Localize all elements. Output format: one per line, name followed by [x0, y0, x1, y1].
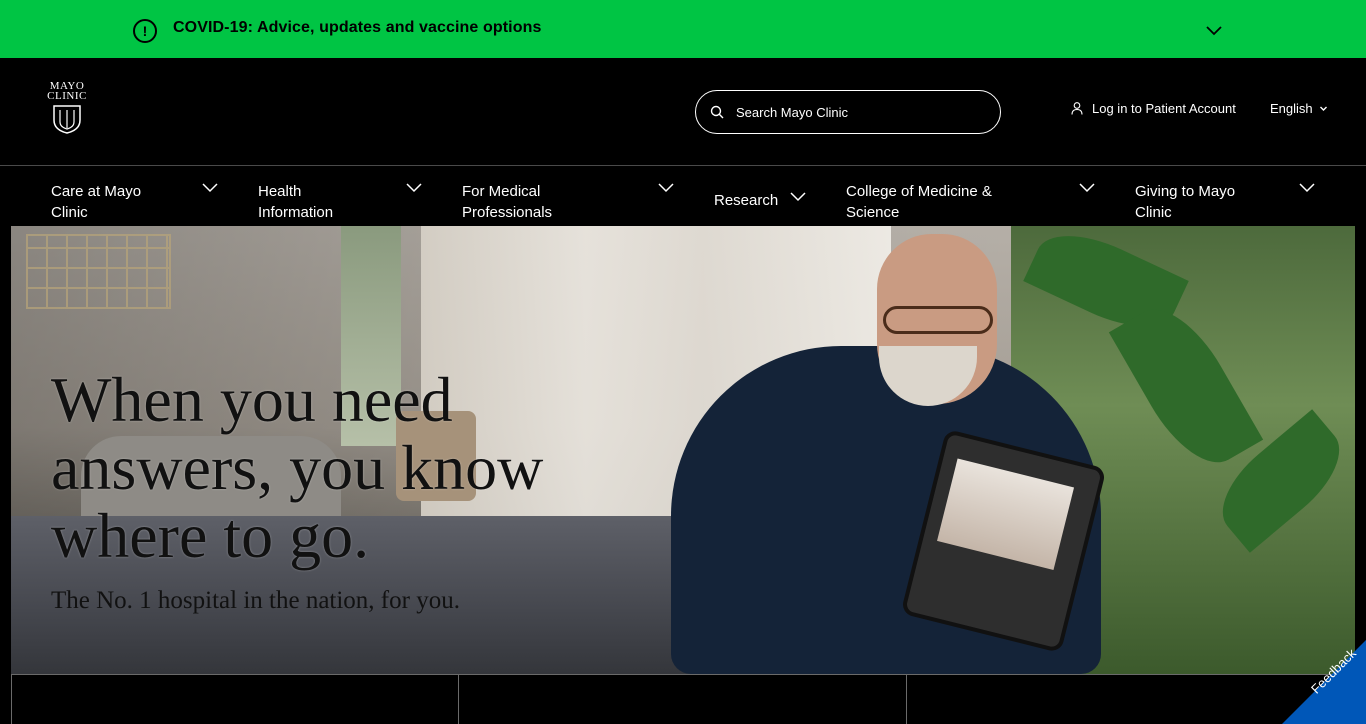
main-nav: Care at Mayo Clinic Health Information F… [0, 166, 1366, 226]
nav-label: For Medical Professionals [462, 183, 553, 221]
hero-headline: When you need answers, you know where to… [51, 364, 544, 571]
nav-item-giving[interactable]: Giving to Mayo Clinic [1135, 181, 1265, 223]
logo-line-2: CLINIC [47, 90, 87, 102]
patient-login-link[interactable]: Log in to Patient Account [1071, 101, 1236, 116]
covid-banner-text[interactable]: COVID-19: Advice, updates and vaccine op… [173, 19, 541, 37]
hero-banner: When you need answers, you know where to… [11, 226, 1355, 674]
feedback-tab[interactable]: Feedback [1282, 640, 1366, 724]
user-icon [1071, 102, 1083, 115]
hero-photo-glasses [883, 306, 993, 334]
hero-photo-wall-art [26, 234, 171, 309]
nav-label: Care at Mayo Clinic [51, 183, 142, 221]
search-input-wrapper[interactable] [695, 90, 1001, 134]
hero-photo-leaf [1108, 292, 1264, 480]
language-selector[interactable]: English [1270, 101, 1328, 116]
nav-label: Health Information [258, 183, 334, 221]
nav-label: Research [714, 192, 779, 209]
hero-photo-tablet-screen [937, 458, 1075, 570]
search-input[interactable] [736, 104, 976, 120]
covid-banner[interactable]: ! COVID-19: Advice, updates and vaccine … [0, 0, 1366, 58]
nav-item-care[interactable]: Care at Mayo Clinic [51, 181, 171, 223]
card[interactable] [458, 674, 906, 724]
nav-label: College of Medicine & Science [846, 183, 992, 221]
chevron-down-icon[interactable] [658, 183, 674, 193]
nav-item-research[interactable]: Research [714, 190, 794, 211]
chevron-down-icon[interactable] [790, 192, 806, 202]
nav-item-college[interactable]: College of Medicine & Science [846, 181, 1036, 223]
language-label: English [1270, 101, 1313, 116]
search-icon [710, 105, 724, 119]
nav-item-medical-professionals[interactable]: For Medical Professionals [462, 181, 592, 223]
site-header: MAYO CLINIC Log in to Patient Account En… [0, 58, 1366, 166]
mayo-clinic-logo[interactable]: MAYO CLINIC [40, 81, 94, 139]
login-label: Log in to Patient Account [1092, 101, 1236, 116]
chevron-down-icon[interactable] [1204, 20, 1224, 40]
nav-item-health-info[interactable]: Health Information [258, 181, 378, 223]
chevron-down-icon[interactable] [1079, 183, 1095, 193]
hero-subheadline: The No. 1 hospital in the nation, for yo… [51, 587, 460, 614]
chevron-down-icon[interactable] [406, 183, 422, 193]
card-row [0, 674, 1366, 724]
nav-label: Giving to Mayo Clinic [1135, 183, 1236, 221]
card[interactable] [11, 674, 459, 724]
chevron-down-icon [1319, 106, 1327, 111]
chevron-down-icon[interactable] [202, 183, 218, 193]
chevron-down-icon[interactable] [1299, 183, 1315, 193]
shield-logo-icon [53, 105, 81, 134]
hero-text: When you need answers, you know where to… [51, 366, 611, 616]
alert-circle-icon: ! [133, 19, 157, 43]
